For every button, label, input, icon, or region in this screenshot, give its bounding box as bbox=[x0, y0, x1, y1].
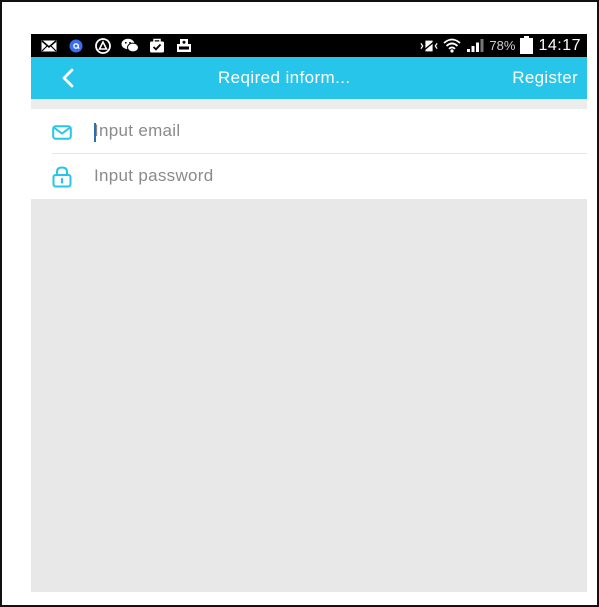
lock-icon bbox=[51, 166, 73, 188]
login-form bbox=[31, 109, 587, 199]
mail-icon bbox=[40, 38, 58, 53]
chevron-left-icon bbox=[62, 68, 74, 88]
text-cursor bbox=[94, 123, 96, 142]
android-icon bbox=[94, 37, 112, 54]
register-button[interactable]: Register bbox=[512, 57, 578, 99]
photo-icon bbox=[175, 38, 193, 53]
email-field[interactable] bbox=[94, 117, 564, 145]
wechat-icon bbox=[121, 38, 139, 53]
vibrate-icon bbox=[420, 38, 439, 53]
app-bar: Reqired inform... Register bbox=[31, 57, 587, 99]
password-row bbox=[31, 154, 587, 199]
system-status: 78% 14:17 bbox=[420, 34, 581, 57]
phone-screen: 78% 14:17 Reqired inform... Register bbox=[31, 34, 587, 592]
battery-icon bbox=[520, 35, 534, 54]
screenshot-frame: 78% 14:17 Reqired inform... Register bbox=[0, 0, 599, 607]
envelope-icon bbox=[51, 121, 73, 143]
at-icon bbox=[67, 38, 85, 53]
wifi-icon bbox=[443, 38, 462, 53]
back-button[interactable] bbox=[55, 65, 81, 91]
header-spacer bbox=[31, 99, 587, 109]
page-title: Reqired inform... bbox=[218, 68, 351, 87]
email-row bbox=[31, 109, 587, 154]
signal-icon bbox=[466, 38, 484, 53]
status-bar: 78% 14:17 bbox=[31, 34, 587, 57]
battery-percent: 78% bbox=[489, 38, 516, 53]
notification-icons bbox=[31, 37, 193, 54]
password-field[interactable] bbox=[94, 162, 564, 190]
status-time: 14:17 bbox=[538, 36, 581, 54]
bag-check-icon bbox=[148, 38, 166, 53]
